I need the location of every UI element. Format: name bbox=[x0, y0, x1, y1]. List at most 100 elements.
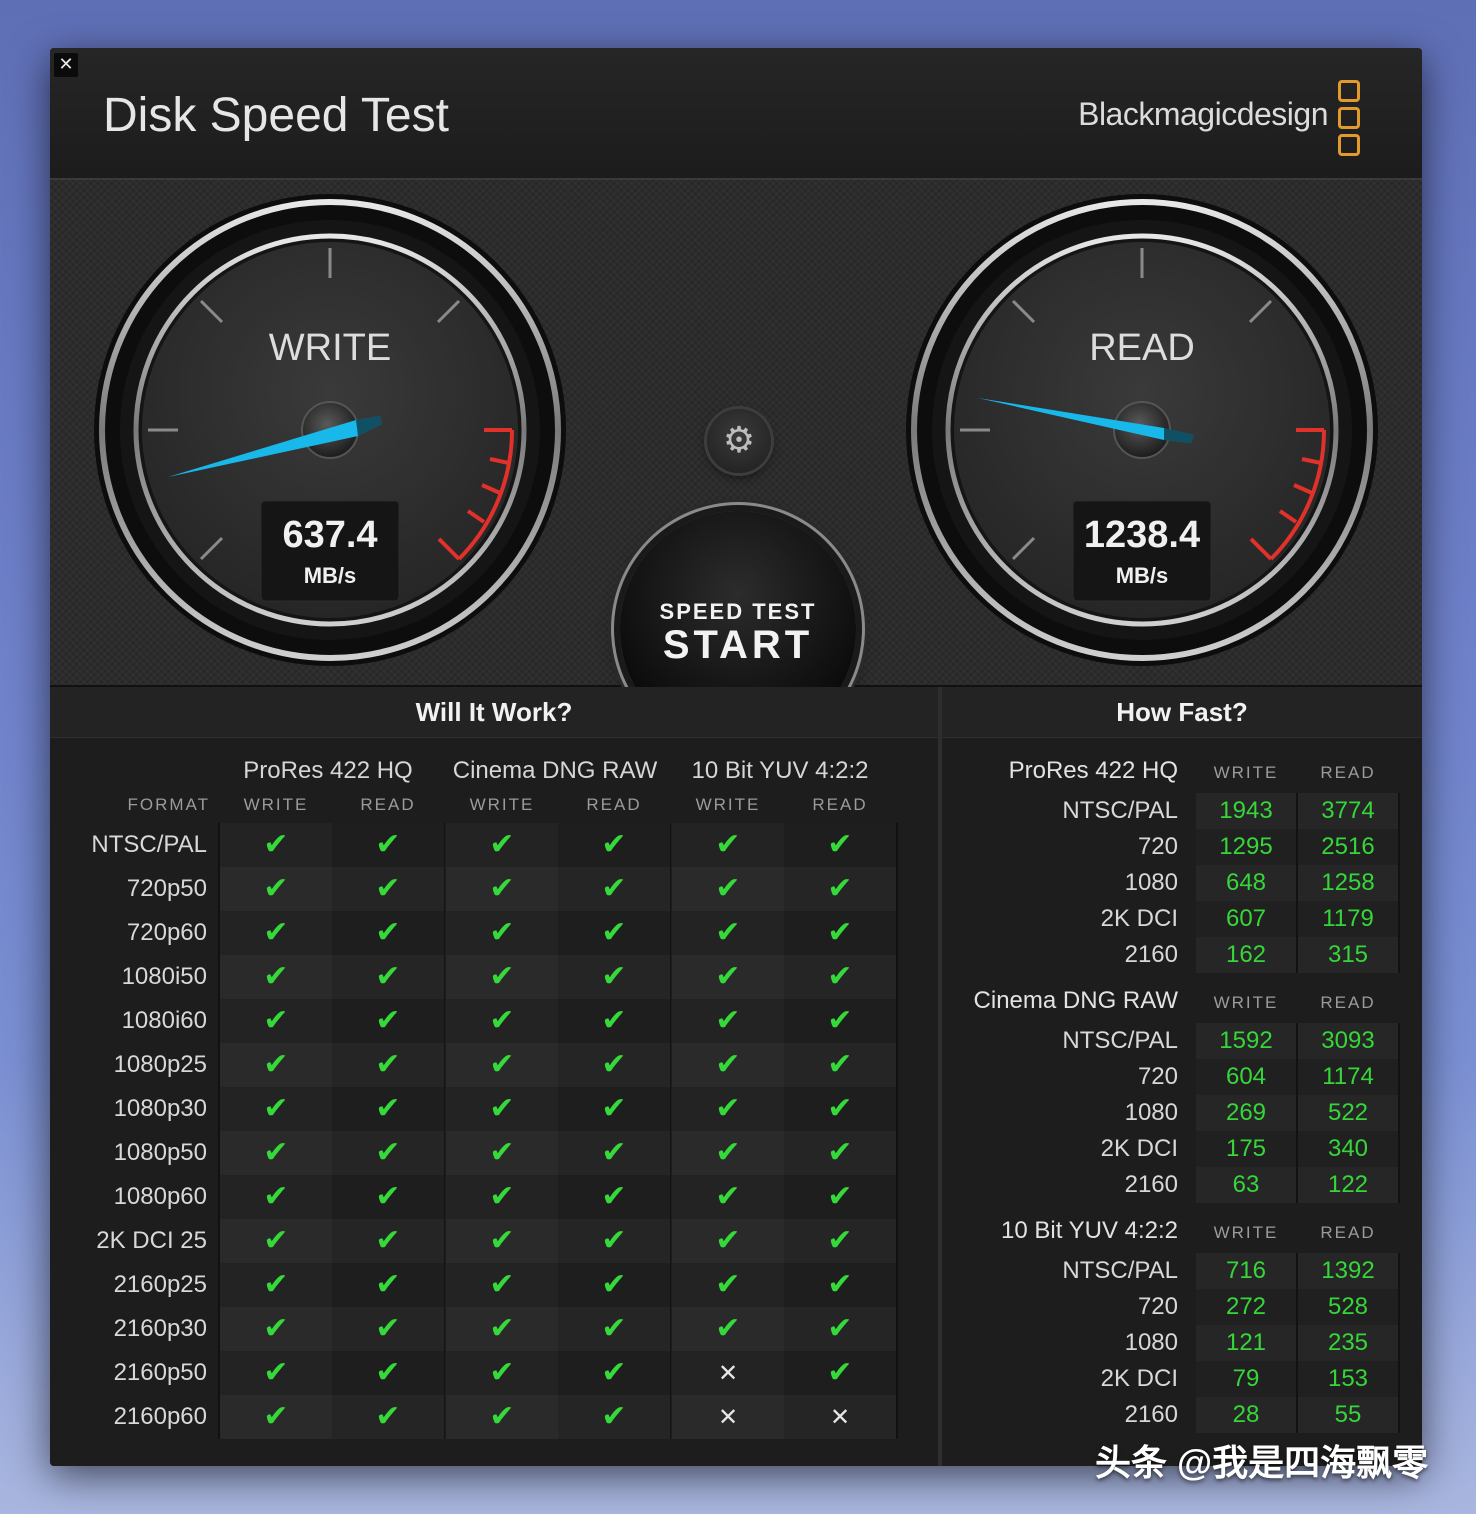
write-column-label: WRITE bbox=[1213, 993, 1279, 1012]
check-icon: ✔ bbox=[784, 1175, 897, 1219]
read-readout: 1238.4 MB/s bbox=[1073, 513, 1211, 589]
read-speed-cell: 55 bbox=[1298, 1397, 1400, 1433]
check-icon: ✔ bbox=[784, 1043, 897, 1087]
brand-logo-icon bbox=[1338, 80, 1360, 156]
column-label: WRITE bbox=[469, 795, 535, 814]
read-speed-cell: 235 bbox=[1298, 1325, 1400, 1361]
check-icon: ✔ bbox=[558, 1087, 671, 1131]
check-icon: ✔ bbox=[446, 1263, 559, 1307]
write-speed-cell: 648 bbox=[1196, 865, 1298, 901]
how-fast-row-label: 2K DCI bbox=[1100, 1135, 1178, 1162]
check-icon: ✔ bbox=[220, 1219, 333, 1263]
check-icon: ✔ bbox=[332, 1219, 445, 1263]
format-row-label: 720p50 bbox=[126, 875, 207, 902]
read-gauge: READ bbox=[906, 194, 1378, 666]
check-icon: ✔ bbox=[332, 1263, 445, 1307]
check-icon: ✔ bbox=[558, 823, 671, 867]
check-icon: ✔ bbox=[220, 999, 333, 1043]
read-speed-cell: 3093 bbox=[1298, 1023, 1400, 1059]
check-icon: ✔ bbox=[784, 1219, 897, 1263]
read-speed-cell: 153 bbox=[1298, 1361, 1400, 1397]
close-icon[interactable]: ✕ bbox=[54, 53, 78, 77]
column-label: WRITE bbox=[695, 795, 761, 814]
check-icon: ✔ bbox=[672, 1175, 785, 1219]
write-speed-cell: 1943 bbox=[1196, 793, 1298, 829]
check-icon: ✔ bbox=[672, 1043, 785, 1087]
check-icon: ✔ bbox=[446, 1351, 559, 1395]
column-label: READ bbox=[586, 795, 642, 814]
watermark: 头条 @我是四海飘零 bbox=[1095, 1442, 1429, 1483]
write-speed-cell: 1592 bbox=[1196, 1023, 1298, 1059]
check-icon: ✔ bbox=[332, 823, 445, 867]
check-icon: ✔ bbox=[784, 1307, 897, 1351]
table-right-border bbox=[896, 823, 898, 1439]
check-icon: ✔ bbox=[220, 1043, 333, 1087]
how-fast-row-label: 1080 bbox=[1124, 1329, 1178, 1356]
check-icon: ✔ bbox=[558, 1395, 671, 1439]
check-icon: ✔ bbox=[446, 823, 559, 867]
format-row-label: 1080i60 bbox=[121, 1007, 207, 1034]
format-row-label: 1080p25 bbox=[113, 1051, 207, 1078]
check-icon: ✔ bbox=[784, 911, 897, 955]
format-column-label: FORMAT bbox=[127, 795, 210, 814]
column-label: WRITE bbox=[243, 795, 309, 814]
check-icon: ✔ bbox=[446, 1131, 559, 1175]
check-icon: ✔ bbox=[446, 911, 559, 955]
check-icon: ✔ bbox=[220, 1395, 333, 1439]
how-fast-row-label: 720 bbox=[1137, 833, 1178, 860]
how-fast-row-label: 1080 bbox=[1124, 869, 1178, 896]
check-icon: ✔ bbox=[558, 1263, 671, 1307]
read-speed-cell: 3774 bbox=[1298, 793, 1400, 829]
check-icon: ✔ bbox=[558, 1175, 671, 1219]
check-icon: ✔ bbox=[558, 1351, 671, 1395]
check-icon: ✔ bbox=[558, 1131, 671, 1175]
check-icon: ✔ bbox=[558, 911, 671, 955]
check-icon: ✔ bbox=[332, 1175, 445, 1219]
read-speed-cell: 1258 bbox=[1298, 865, 1400, 901]
write-speed-cell: 28 bbox=[1196, 1397, 1298, 1433]
read-column-label: READ bbox=[1320, 1223, 1376, 1242]
write-speed-cell: 272 bbox=[1196, 1289, 1298, 1325]
read-speed-cell: 522 bbox=[1298, 1095, 1400, 1131]
how-fast-row-label: 2K DCI bbox=[1100, 1365, 1178, 1392]
app-window: ✕ Disk Speed Test Blackmagicdesign WRITE… bbox=[50, 48, 1422, 1466]
write-speed-cell: 1295 bbox=[1196, 829, 1298, 865]
format-row-label: 2160p50 bbox=[113, 1359, 207, 1386]
check-icon: ✔ bbox=[220, 1263, 333, 1307]
read-gauge-title: READ bbox=[1089, 327, 1195, 369]
write-speed-cell: 269 bbox=[1196, 1095, 1298, 1131]
cross-icon: ✕ bbox=[672, 1351, 785, 1395]
settings-button[interactable]: ⚙ bbox=[707, 409, 771, 473]
check-icon: ✔ bbox=[446, 867, 559, 911]
check-icon: ✔ bbox=[332, 1351, 445, 1395]
check-icon: ✔ bbox=[332, 1307, 445, 1351]
read-speed-cell: 340 bbox=[1298, 1131, 1400, 1167]
column-label: READ bbox=[360, 795, 416, 814]
check-icon: ✔ bbox=[784, 999, 897, 1043]
check-icon: ✔ bbox=[784, 1131, 897, 1175]
write-speed-cell: 175 bbox=[1196, 1131, 1298, 1167]
column-label: READ bbox=[812, 795, 868, 814]
check-icon: ✔ bbox=[332, 1043, 445, 1087]
brand-name: Blackmagicdesign bbox=[1078, 96, 1328, 132]
format-group-title: 10 Bit YUV 4:2:2 bbox=[691, 757, 869, 784]
write-speed-cell: 121 bbox=[1196, 1325, 1298, 1361]
read-speed-cell: 1174 bbox=[1298, 1059, 1400, 1095]
format-row-label: 1080i50 bbox=[121, 963, 207, 990]
check-icon: ✔ bbox=[446, 1395, 559, 1439]
check-icon: ✔ bbox=[558, 867, 671, 911]
format-row-label: 1080p50 bbox=[113, 1139, 207, 1166]
how-fast-row-label: 2160 bbox=[1124, 1171, 1178, 1198]
how-fast-section-title: Cinema DNG RAW bbox=[973, 987, 1178, 1014]
check-icon: ✔ bbox=[672, 955, 785, 999]
how-fast-row-label: NTSC/PAL bbox=[1062, 1027, 1178, 1054]
how-fast-section-title: ProRes 422 HQ bbox=[1008, 757, 1178, 784]
read-speed-value: 1238.4 bbox=[1083, 514, 1201, 556]
check-icon: ✔ bbox=[558, 1219, 671, 1263]
read-speed-cell: 1179 bbox=[1298, 901, 1400, 937]
check-icon: ✔ bbox=[446, 1175, 559, 1219]
how-fast-row-label: 720 bbox=[1137, 1063, 1178, 1090]
check-icon: ✔ bbox=[332, 955, 445, 999]
check-icon: ✔ bbox=[220, 1087, 333, 1131]
check-icon: ✔ bbox=[332, 999, 445, 1043]
